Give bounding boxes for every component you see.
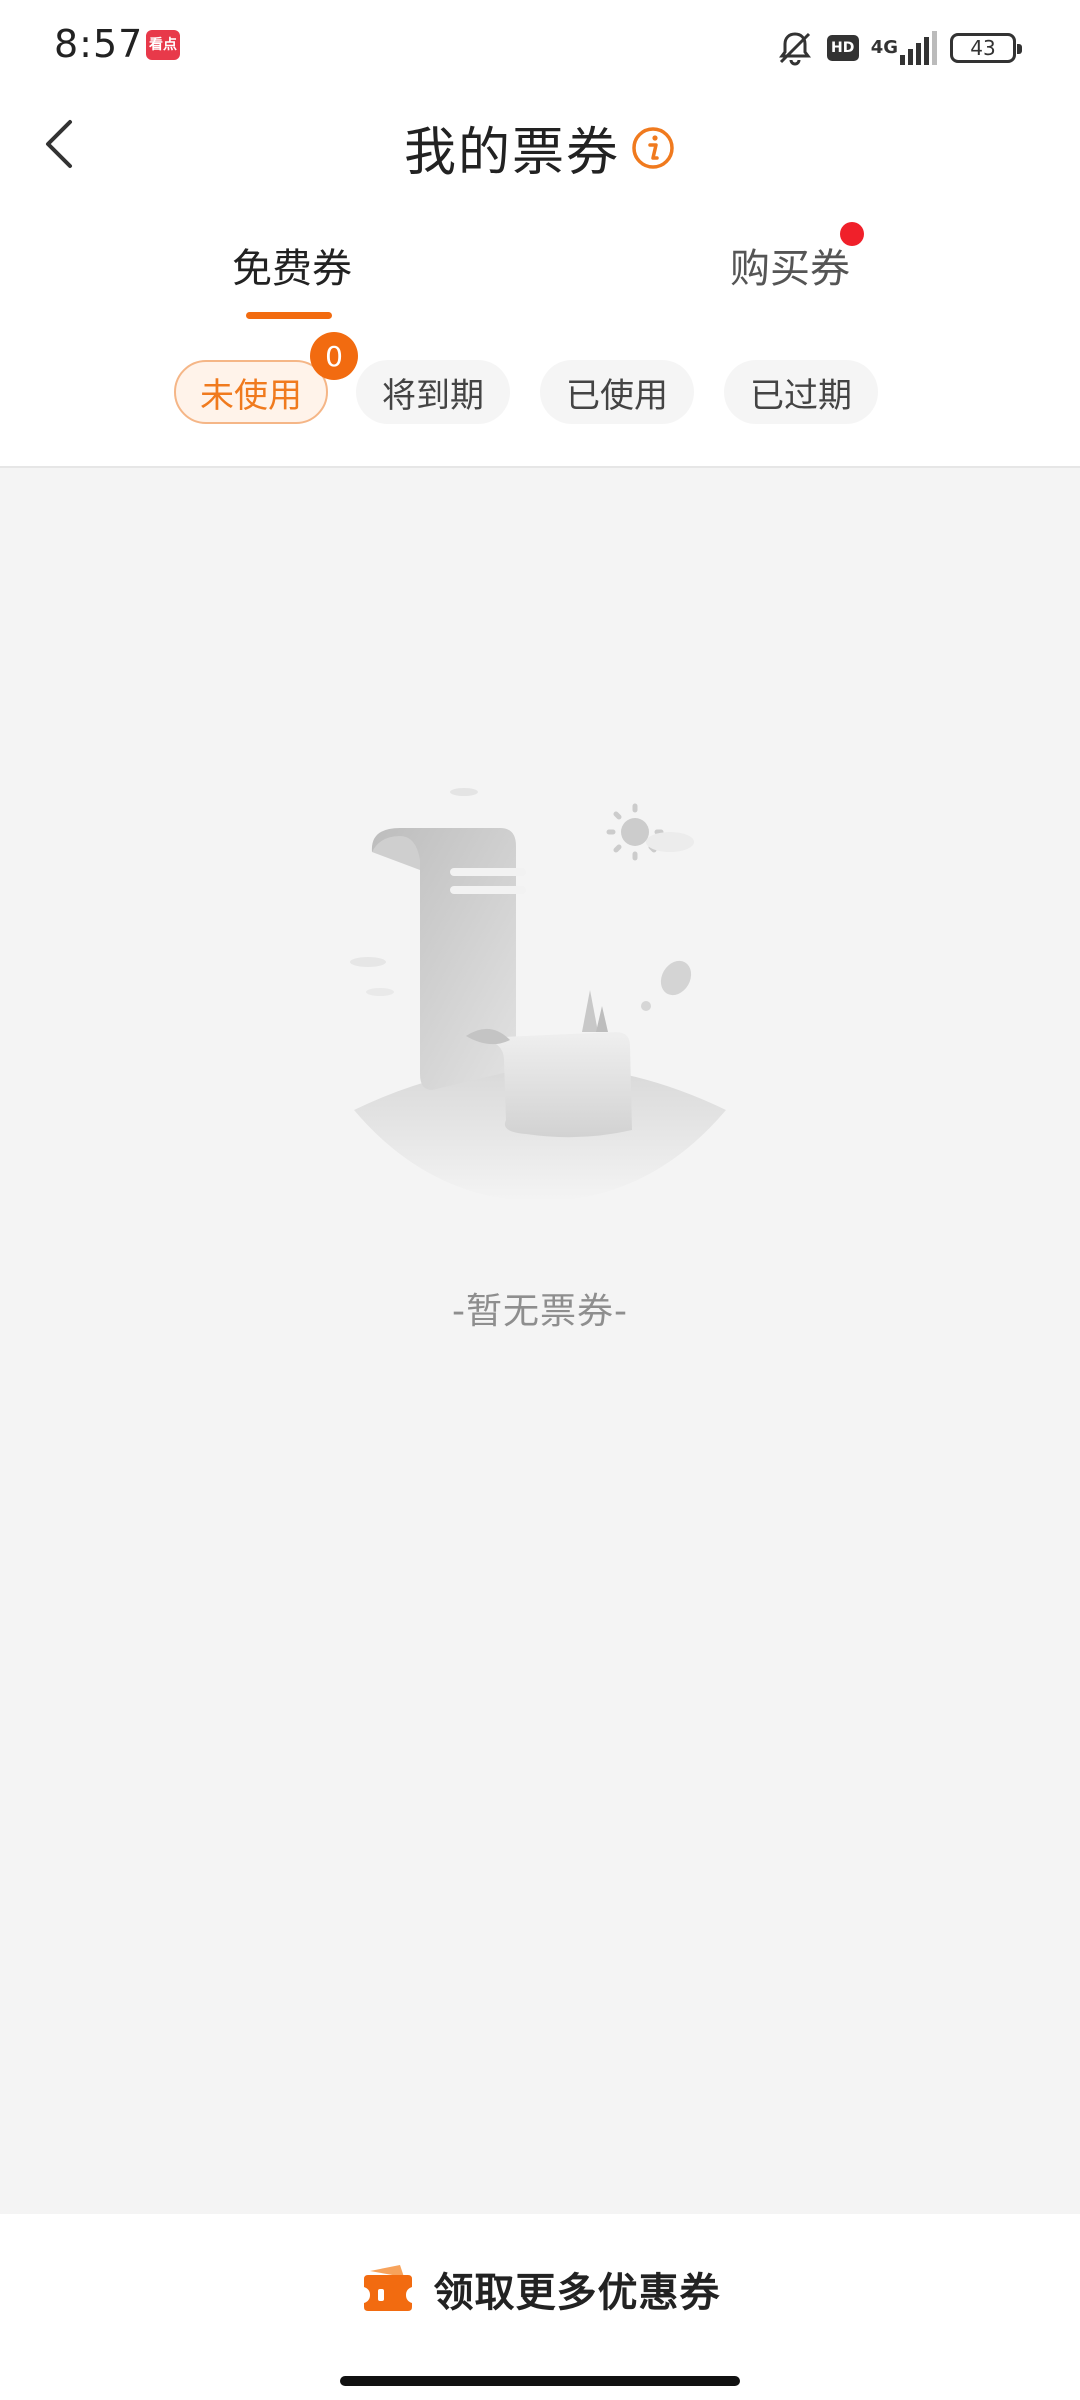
get-more-coupons-label: 领取更多优惠券 xyxy=(433,2270,721,2316)
nav-header: 我的票券 xyxy=(0,96,1080,196)
network-type: 4G xyxy=(870,37,898,58)
coupon-icon xyxy=(363,2265,412,2311)
battery-icon: 43 xyxy=(950,33,1022,63)
filter-expired[interactable]: 已过期 xyxy=(724,360,878,424)
status-bar: 8:57 看点 HD 4G 43 xyxy=(0,0,1080,96)
notification-dot xyxy=(840,222,864,246)
status-icons: HD 4G 43 xyxy=(775,28,1022,68)
active-tab-indicator xyxy=(246,312,332,319)
tab-free-coupons[interactable]: 免费券 xyxy=(232,236,352,294)
status-time: 8:57 xyxy=(54,22,144,66)
home-indicator[interactable] xyxy=(340,2376,740,2386)
bottom-bar: 领取更多优惠券 xyxy=(0,2214,1080,2400)
title-wrap: 我的票券 xyxy=(0,110,1080,185)
main-tabs: 免费券 购买券 xyxy=(0,220,1080,320)
filter-unused[interactable]: 未使用 xyxy=(174,360,328,424)
filter-used[interactable]: 已使用 xyxy=(540,360,694,424)
top-area: 8:57 看点 HD 4G 43 我的票券 免费券 购买券 未使用 将到期 已使… xyxy=(0,0,1080,468)
empty-state-text: -暂无票券- xyxy=(452,1291,628,1332)
app-notification-icon-text: 看点 xyxy=(149,37,177,53)
hd-icon: HD xyxy=(826,35,859,61)
status-filter-chips: 未使用 将到期 已使用 已过期 xyxy=(0,360,1080,426)
muted-bell-icon xyxy=(775,28,815,68)
get-more-coupons-button[interactable]: 领取更多优惠券 xyxy=(0,2260,1080,2318)
app-notification-icon: 看点 xyxy=(146,30,180,60)
signal-icon: 4G xyxy=(871,31,938,65)
filter-expiring[interactable]: 将到期 xyxy=(356,360,510,424)
unused-count-badge: 0 xyxy=(310,332,358,380)
info-icon[interactable] xyxy=(630,125,676,171)
tab-purchased-coupons[interactable]: 购买券 xyxy=(730,236,850,294)
empty-illustration xyxy=(340,770,740,1210)
page-title: 我的票券 xyxy=(403,123,620,183)
